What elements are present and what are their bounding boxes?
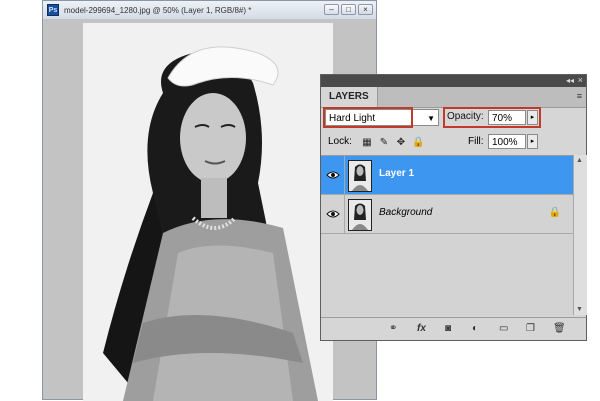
layers-panel: ◂◂ × LAYERS ≡ Hard Light ▼ Opacity: 70% …: [320, 74, 587, 341]
mask-icon[interactable]: ◙: [445, 323, 451, 334]
fill-slider-button[interactable]: ▸: [527, 134, 538, 149]
chevron-down-icon: ▼: [427, 114, 435, 123]
layer-list: Layer 1 Background 🔒: [321, 155, 573, 316]
layer-row-layer-1[interactable]: Layer 1: [321, 156, 573, 195]
adjustment-icon[interactable]: ◐: [472, 323, 478, 334]
trash-icon[interactable]: 🗑: [553, 323, 566, 334]
portrait-image: [83, 23, 333, 401]
lock-label: Lock:: [328, 136, 352, 147]
panel-footer: ⚭ fx ◙ ◐ ▭ ❐ 🗑: [321, 317, 586, 340]
opacity-group: Opacity: 70% ▸: [443, 107, 541, 128]
photo-canvas[interactable]: [83, 23, 333, 401]
lock-brush-icon[interactable]: ✎: [378, 137, 390, 149]
close-button[interactable]: ×: [358, 4, 373, 15]
panel-topbar[interactable]: ◂◂ ×: [321, 75, 586, 87]
eye-icon[interactable]: [321, 156, 345, 194]
lock-all-icon[interactable]: 🔒: [412, 137, 424, 149]
fill-input[interactable]: 100%: [488, 134, 526, 149]
lock-row: Lock: ▦ ✎ ✥ 🔒 Fill: 100% ▸: [321, 133, 586, 153]
collapse-icon[interactable]: ◂◂: [566, 76, 574, 85]
layer-name: Background: [379, 207, 433, 218]
window-controls: – □ ×: [324, 4, 373, 15]
scroll-up-icon[interactable]: ▲: [576, 157, 583, 164]
new-layer-icon[interactable]: ❐: [526, 323, 535, 334]
panel-tab-row: LAYERS ≡: [321, 87, 586, 108]
panel-menu-icon[interactable]: ≡: [577, 91, 582, 101]
group-icon[interactable]: ▭: [499, 323, 508, 334]
link-icon[interactable]: ⚭: [389, 323, 397, 334]
photoshop-icon: Ps: [47, 4, 59, 16]
tab-layers[interactable]: LAYERS: [321, 87, 378, 107]
opacity-label: Opacity:: [447, 111, 484, 122]
lock-transparent-icon[interactable]: ▦: [361, 137, 373, 149]
fill-label: Fill:: [468, 136, 484, 147]
opacity-slider-button[interactable]: ▸: [527, 110, 538, 125]
minimize-button[interactable]: –: [324, 4, 339, 15]
fx-icon[interactable]: fx: [417, 323, 426, 334]
blend-mode-highlight: [323, 107, 413, 128]
eye-icon[interactable]: [321, 195, 345, 233]
maximize-button[interactable]: □: [341, 4, 356, 15]
layer-row-background[interactable]: Background 🔒: [321, 195, 573, 234]
lock-move-icon[interactable]: ✥: [395, 137, 407, 149]
document-titlebar[interactable]: Ps model-299694_1280.jpg @ 50% (Layer 1,…: [43, 1, 376, 20]
layer-list-scrollbar[interactable]: ▲ ▼: [573, 155, 587, 315]
document-title: model-299694_1280.jpg @ 50% (Layer 1, RG…: [64, 5, 252, 15]
layer-thumbnail: [348, 160, 372, 192]
scroll-down-icon[interactable]: ▼: [576, 306, 583, 313]
panel-close-icon[interactable]: ×: [578, 75, 583, 85]
layer-lock-icon: 🔒: [548, 207, 561, 218]
layer-thumbnail: [348, 199, 372, 231]
opacity-input[interactable]: 70%: [488, 110, 526, 125]
layer-name: Layer 1: [379, 168, 415, 179]
